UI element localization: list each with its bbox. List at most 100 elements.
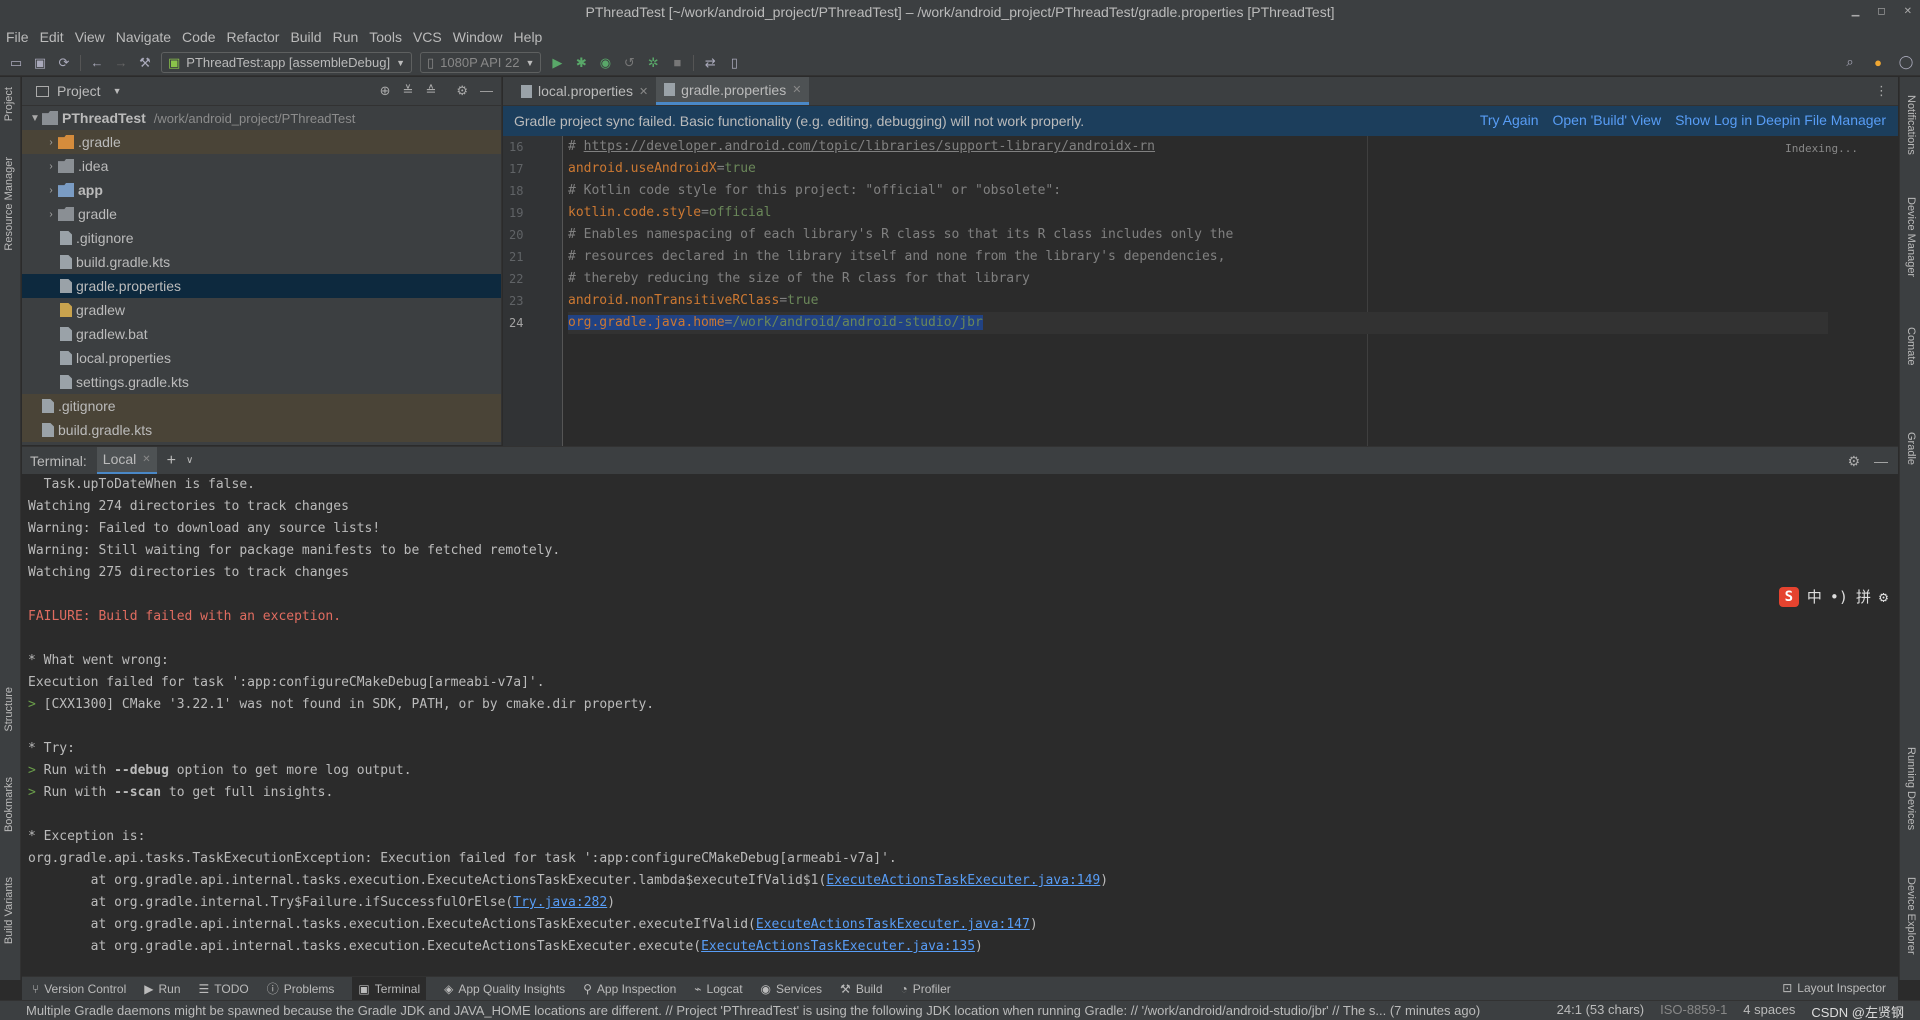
open-build-view-link[interactable]: Open 'Build' View [1552,112,1661,128]
source-link[interactable]: ExecuteActionsTaskExecuter.java:147 [756,917,1030,932]
device-manager-icon[interactable]: ▯ [726,55,742,71]
forward-icon[interactable]: → [113,55,129,71]
tree-item[interactable]: › .idea [22,154,501,178]
tool-build[interactable]: ⚒ Build [840,982,882,996]
tool-tab-structure[interactable]: Structure [3,687,15,732]
tool-problems[interactable]: ⓘ Problems [267,980,335,997]
run-config-select[interactable]: ▣ PThreadTest:app [assembleDebug] ▼ [161,52,413,73]
terminal-tab-local[interactable]: Local ✕ [96,446,157,475]
hide-icon[interactable]: — [480,83,493,99]
menu-build[interactable]: Build [290,29,321,45]
tool-tab-bookmarks[interactable]: Bookmarks [3,777,15,832]
indent-setting[interactable]: 4 spaces [1743,1002,1795,1020]
tool-tab-device-explorer[interactable]: Device Explorer [1905,877,1917,955]
tree-item[interactable]: › gradle [22,202,501,226]
minimize-icon[interactable]: ▁ [1852,0,1860,24]
tool-tab-comate[interactable]: Comate [1905,327,1917,366]
tree-item[interactable]: build.gradle.kts [22,250,501,274]
tool-todo[interactable]: ☰ TODO [199,982,249,996]
tool-tab-running-devices[interactable]: Running Devices [1905,747,1917,830]
tree-item[interactable]: build.gradle.kts [22,418,501,442]
close-tab-icon[interactable]: ✕ [639,85,648,98]
chevron-right-icon[interactable]: › [44,185,58,196]
source-link[interactable]: ExecuteActionsTaskExecuter.java:135 [701,939,975,954]
code-editor[interactable]: 16 17 18 19 20 21 22 23 24 # https://dev… [503,136,1898,446]
tree-item[interactable]: .gitignore [22,226,501,250]
tree-item[interactable]: › app [22,178,501,202]
tab-local-properties[interactable]: local.properties ✕ [513,77,656,105]
save-icon[interactable]: ▣ [32,55,48,71]
collapse-all-icon[interactable]: ≙ [425,83,436,99]
ime-punctuation[interactable]: •) [1830,588,1848,606]
menu-code[interactable]: Code [182,29,215,45]
update-icon[interactable]: ● [1870,54,1886,70]
tool-tab-build-variants[interactable]: Build Variants [3,877,15,944]
tree-item[interactable]: gradlew [22,298,501,322]
menu-refactor[interactable]: Refactor [227,29,280,45]
more-vertical-icon[interactable]: ⋮ [1875,83,1888,99]
tree-item[interactable]: local.properties [22,346,501,370]
tool-run[interactable]: ▶ Run [144,982,180,996]
run-icon[interactable]: ▶ [549,55,565,71]
project-view-select[interactable]: Project [57,83,101,99]
search-icon[interactable]: ⌕ [1842,54,1858,70]
close-tab-icon[interactable]: ✕ [142,454,150,465]
chevron-right-icon[interactable]: › [44,161,58,172]
menu-navigate[interactable]: Navigate [116,29,171,45]
sync-icon[interactable]: ⟳ [56,55,72,71]
tool-version-control[interactable]: ⑂ Version Control [32,982,126,996]
chevron-right-icon[interactable]: › [44,137,58,148]
apply-changes-icon[interactable]: ↺ [621,55,637,71]
expand-all-icon[interactable]: ≚ [403,83,414,99]
debug-icon[interactable]: ✱ [573,55,589,71]
locate-icon[interactable]: ⊕ [380,83,391,99]
gradle-sync-icon[interactable]: ⇄ [702,55,718,71]
attach-debugger-icon[interactable]: ✲ [645,55,661,71]
menu-edit[interactable]: Edit [40,29,64,45]
account-icon[interactable]: ◯ [1898,54,1914,70]
profile-icon[interactable]: ◉ [597,55,613,71]
tool-tab-resource-manager[interactable]: Resource Manager [3,157,15,251]
gear-icon[interactable]: ⚙ [1879,588,1888,606]
source-link[interactable]: ExecuteActionsTaskExecuter.java:149 [826,873,1100,888]
close-tab-icon[interactable]: ✕ [792,83,801,96]
back-icon[interactable]: ← [89,55,105,71]
device-select[interactable]: ▯ 1080P API 22 ▼ [420,52,542,73]
menu-help[interactable]: Help [514,29,543,45]
show-log-link[interactable]: Show Log in Deepin File Manager [1675,112,1886,128]
maximize-icon[interactable]: ◻ [1877,0,1885,24]
url-link[interactable]: https://developer.android.com/topic/libr… [584,139,1155,154]
ime-pinyin[interactable]: 拼 [1856,586,1871,607]
try-again-link[interactable]: Try Again [1480,112,1539,128]
tool-terminal[interactable]: ▣ Terminal [352,976,427,1001]
tool-layout-inspector[interactable]: ⊡ Layout Inspector [1782,981,1886,995]
chevron-right-icon[interactable]: › [44,209,58,220]
add-terminal-icon[interactable]: + [167,452,176,470]
tool-services[interactable]: ◉ Services [761,982,823,996]
terminal-output[interactable]: Task.upToDateWhen is false. Watching 274… [22,474,1898,976]
menu-view[interactable]: View [75,29,105,45]
caret-position[interactable]: 24:1 (53 chars) [1557,1002,1644,1020]
menu-file[interactable]: File [6,29,29,45]
gear-icon[interactable]: ⚙ [456,83,468,99]
chevron-down-icon[interactable]: ▼ [28,113,42,124]
tree-item[interactable]: settings.gradle.kts [22,370,501,394]
tree-item[interactable]: › .gradle [22,130,501,154]
menu-window[interactable]: Window [453,29,503,45]
open-folder-icon[interactable]: ▭ [8,55,24,71]
ime-logo[interactable]: S [1778,586,1799,607]
tree-item[interactable]: gradlew.bat [22,322,501,346]
stop-icon[interactable]: ■ [669,55,685,71]
status-message[interactable]: Multiple Gradle daemons might be spawned… [26,1003,1480,1018]
ime-language[interactable]: 中 [1807,586,1822,607]
source-link[interactable]: Try.java:282 [513,895,607,910]
file-encoding[interactable]: ISO-8859-1 [1660,1002,1727,1020]
tree-item[interactable]: .gitignore [22,394,501,418]
menu-vcs[interactable]: VCS [413,29,442,45]
hide-icon[interactable]: — [1874,453,1888,470]
build-hammer-icon[interactable]: ⚒ [137,55,153,71]
close-icon[interactable]: ✕ [1904,0,1912,24]
tool-app-quality-insights[interactable]: ◈ App Quality Insights [444,982,565,996]
tool-logcat[interactable]: ⌁ Logcat [694,982,742,996]
tool-tab-notifications[interactable]: Notifications [1905,95,1917,155]
